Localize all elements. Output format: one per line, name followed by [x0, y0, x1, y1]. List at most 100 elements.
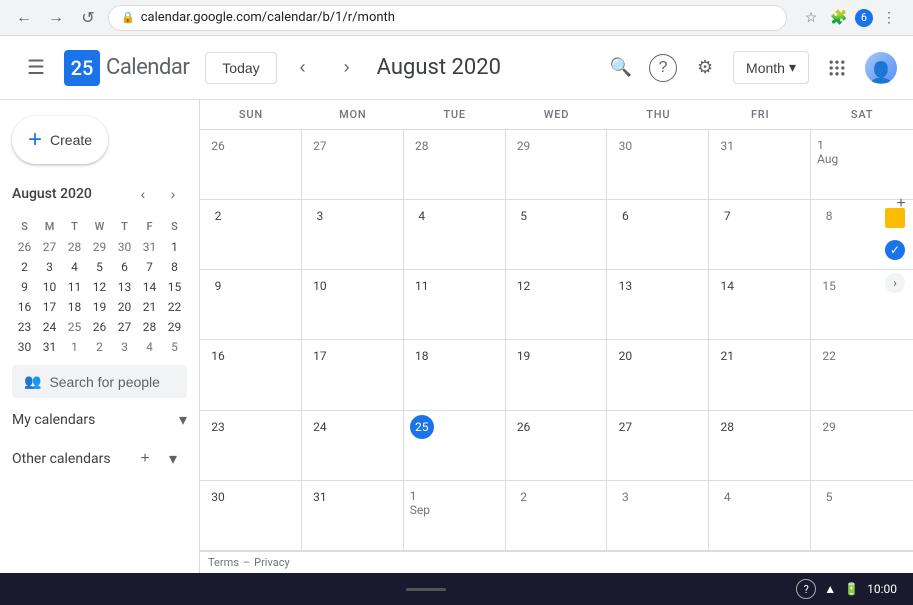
calendar-cell[interactable]: 31 — [709, 130, 811, 200]
calendar-cell[interactable]: 9 — [200, 270, 302, 340]
mini-cal-day[interactable]: 5 — [87, 257, 112, 277]
mini-cal-day[interactable]: 1 — [162, 237, 187, 257]
calendar-cell[interactable]: 5 — [506, 200, 608, 270]
mini-cal-day[interactable]: 26 — [12, 237, 37, 257]
mini-cal-day[interactable]: 3 — [37, 257, 62, 277]
calendar-cell[interactable]: 2 — [506, 481, 608, 551]
mini-cal-day[interactable]: 2 — [87, 337, 112, 357]
calendar-cell[interactable]: 26 — [200, 130, 302, 200]
today-button[interactable]: Today — [205, 52, 276, 84]
terms-link[interactable]: Terms — [208, 556, 239, 569]
mini-cal-day[interactable]: 4 — [137, 337, 162, 357]
more-button[interactable]: ⋮ — [877, 6, 901, 30]
mini-cal-day[interactable]: 5 — [162, 337, 187, 357]
mini-cal-day[interactable]: 29 — [87, 237, 112, 257]
mini-cal-day[interactable]: 13 — [112, 277, 137, 297]
mini-cal-day[interactable]: 19 — [87, 297, 112, 317]
calendar-cell[interactable]: 14 — [709, 270, 811, 340]
calendar-cell[interactable]: 6 — [607, 200, 709, 270]
apps-button[interactable] — [817, 48, 857, 88]
help-circle[interactable]: ? — [796, 579, 816, 599]
mini-cal-day[interactable]: 31 — [137, 237, 162, 257]
mini-cal-day[interactable]: 17 — [37, 297, 62, 317]
mini-cal-day[interactable]: 23 — [12, 317, 37, 337]
calendar-cell[interactable]: 28 — [709, 411, 811, 481]
calendar-cell[interactable]: 2 — [200, 200, 302, 270]
mini-cal-day[interactable]: 28 — [62, 237, 87, 257]
mini-cal-day[interactable]: 20 — [112, 297, 137, 317]
mini-cal-day[interactable]: 27 — [112, 317, 137, 337]
mini-cal-day[interactable]: 4 — [62, 257, 87, 277]
calendar-cell[interactable]: 25 — [404, 411, 506, 481]
extensions-button[interactable]: 🧩 — [827, 6, 851, 30]
mini-cal-day[interactable]: 10 — [37, 277, 62, 297]
mini-cal-day[interactable]: 16 — [12, 297, 37, 317]
refresh-button[interactable]: ↺ — [76, 6, 100, 30]
mini-cal-day[interactable]: 6 — [112, 257, 137, 277]
mini-cal-day[interactable]: 8 — [162, 257, 187, 277]
mini-cal-day[interactable]: 3 — [112, 337, 137, 357]
back-button[interactable]: ← — [12, 6, 36, 30]
star-button[interactable]: ☆ — [799, 6, 823, 30]
calendar-cell[interactable]: 27 — [607, 411, 709, 481]
calendar-cell[interactable]: 30 — [200, 481, 302, 551]
address-bar[interactable]: 🔒 calendar.google.com/calendar/b/1/r/mon… — [108, 5, 787, 31]
forward-button[interactable]: → — [44, 6, 68, 30]
calendar-cell[interactable]: 3 — [302, 200, 404, 270]
privacy-link[interactable]: Privacy — [254, 556, 290, 569]
mini-cal-day[interactable]: 22 — [162, 297, 187, 317]
mini-cal-next[interactable]: › — [159, 180, 187, 208]
scroll-right-button[interactable]: › — [885, 273, 905, 293]
calendar-cell[interactable]: 27 — [302, 130, 404, 200]
mini-cal-day[interactable]: 30 — [12, 337, 37, 357]
calendar-cell[interactable]: 18 — [404, 340, 506, 410]
calendar-cell[interactable]: 3 — [607, 481, 709, 551]
my-calendars-section[interactable]: My calendars ▾ — [12, 398, 187, 433]
calendar-cell[interactable]: 17 — [302, 340, 404, 410]
calendar-cell[interactable]: 29 — [811, 411, 913, 481]
calendar-cell[interactable]: 11 — [404, 270, 506, 340]
mini-cal-day[interactable]: 2 — [12, 257, 37, 277]
calendar-cell[interactable]: 29 — [506, 130, 608, 200]
mini-cal-day[interactable]: 27 — [37, 237, 62, 257]
search-button[interactable]: 🔍 — [601, 48, 641, 88]
mini-cal-prev[interactable]: ‹ — [129, 180, 157, 208]
calendar-cell[interactable]: 26 — [506, 411, 608, 481]
calendar-cell[interactable]: 7 — [709, 200, 811, 270]
calendar-cell[interactable]: 4 — [709, 481, 811, 551]
calendar-cell[interactable]: 24 — [302, 411, 404, 481]
other-calendars-label[interactable]: Other calendars — [12, 451, 131, 467]
mini-cal-day[interactable]: 31 — [37, 337, 62, 357]
calendar-cell[interactable]: 23 — [200, 411, 302, 481]
mini-cal-day[interactable]: 12 — [87, 277, 112, 297]
menu-button[interactable]: ☰ — [16, 48, 56, 88]
calendar-cell[interactable]: 5 — [811, 481, 913, 551]
mini-cal-day[interactable]: 14 — [137, 277, 162, 297]
calendar-cell[interactable]: 10 — [302, 270, 404, 340]
calendar-cell[interactable]: 28 — [404, 130, 506, 200]
calendar-cell[interactable]: 1 Aug — [811, 130, 913, 200]
next-month-button[interactable]: › — [329, 50, 365, 86]
mini-cal-day[interactable]: 29 — [162, 317, 187, 337]
mini-cal-day[interactable]: 25 — [62, 317, 87, 337]
mini-cal-day[interactable]: 30 — [112, 237, 137, 257]
search-people-button[interactable]: 👥 Search for people — [12, 365, 187, 398]
avatar[interactable]: 👤 — [865, 52, 897, 84]
settings-button[interactable]: ⚙ — [685, 48, 725, 88]
mini-cal-day[interactable]: 7 — [137, 257, 162, 277]
mini-cal-day[interactable]: 15 — [162, 277, 187, 297]
other-calendars-chevron[interactable]: ▾ — [159, 445, 187, 473]
calendar-cell[interactable]: 21 — [709, 340, 811, 410]
calendar-cell[interactable]: 16 — [200, 340, 302, 410]
mini-cal-day[interactable]: 28 — [137, 317, 162, 337]
prev-month-button[interactable]: ‹ — [285, 50, 321, 86]
mini-cal-day[interactable]: 11 — [62, 277, 87, 297]
calendar-cell[interactable]: 30 — [607, 130, 709, 200]
calendar-cell[interactable]: 20 — [607, 340, 709, 410]
calendar-cell[interactable]: 31 — [302, 481, 404, 551]
mini-cal-day[interactable]: 18 — [62, 297, 87, 317]
help-button[interactable]: ? — [649, 54, 677, 82]
calendar-cell[interactable]: 4 — [404, 200, 506, 270]
add-calendar-button[interactable]: + — [131, 445, 159, 473]
calendar-cell[interactable]: 13 — [607, 270, 709, 340]
